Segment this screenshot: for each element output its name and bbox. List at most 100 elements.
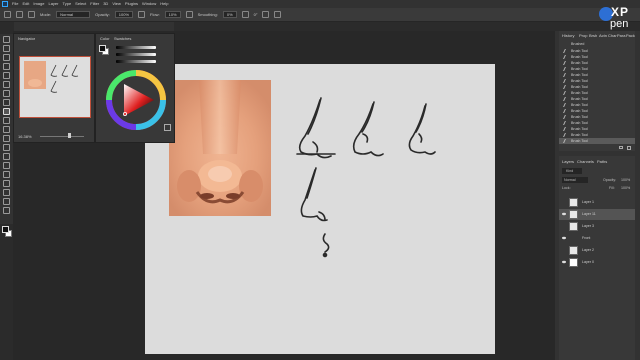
healing-brush-tool-icon[interactable] bbox=[3, 99, 10, 106]
brand-xp-text: XP bbox=[611, 5, 630, 19]
home-icon[interactable] bbox=[4, 11, 11, 18]
trash-icon[interactable] bbox=[627, 146, 631, 150]
type-tool-icon[interactable] bbox=[3, 180, 10, 187]
menu-file[interactable]: File bbox=[12, 0, 18, 8]
eye-icon[interactable] bbox=[562, 212, 566, 216]
crop-tool-icon[interactable] bbox=[3, 72, 10, 79]
brush-icon bbox=[563, 133, 569, 137]
brush-icon bbox=[563, 61, 569, 65]
hand-tool-icon[interactable] bbox=[3, 207, 10, 214]
foreground-color-swatch[interactable] bbox=[2, 226, 9, 233]
layer-opacity-field[interactable]: 100% bbox=[621, 178, 630, 182]
angle-field[interactable]: 0° bbox=[254, 12, 258, 17]
tab-paths[interactable]: Paths bbox=[597, 159, 607, 164]
history-item-label: Brush Tool bbox=[571, 73, 588, 77]
blend-mode-select[interactable]: Normal bbox=[562, 177, 588, 183]
camera-icon[interactable] bbox=[619, 146, 623, 149]
menu-3d[interactable]: 3D bbox=[103, 0, 108, 8]
menu-help[interactable]: Help bbox=[160, 0, 168, 8]
symmetry-icon[interactable] bbox=[274, 11, 282, 18]
history-brush-tool-icon[interactable] bbox=[3, 126, 10, 133]
brush-icon bbox=[563, 127, 569, 131]
path-select-tool-icon[interactable] bbox=[3, 189, 10, 196]
tab-properties[interactable]: Prop bbox=[579, 33, 587, 38]
layer-row[interactable]: Layer 1 bbox=[559, 197, 635, 208]
menu-edit[interactable]: Edit bbox=[22, 0, 29, 8]
mode-select[interactable]: Normal bbox=[56, 11, 91, 18]
tab-layers[interactable]: Layers bbox=[562, 159, 574, 164]
fill-field[interactable]: 100% bbox=[621, 186, 630, 190]
tab-swatches[interactable]: Swatches bbox=[114, 36, 131, 41]
menu-type[interactable]: Type bbox=[63, 0, 72, 8]
smoothing-settings-icon[interactable] bbox=[241, 11, 249, 18]
pressure-opacity-icon[interactable] bbox=[138, 11, 146, 18]
layer-thumbnail bbox=[569, 222, 578, 231]
canvas[interactable] bbox=[145, 64, 495, 354]
layer-name: Layer 3 bbox=[582, 224, 594, 228]
layer-row[interactable]: Layer 3 bbox=[559, 221, 635, 232]
dodge-tool-icon[interactable] bbox=[3, 162, 10, 169]
navigator-zoom-slider[interactable] bbox=[40, 136, 84, 137]
clone-stamp-tool-icon[interactable] bbox=[3, 117, 10, 124]
tab-channels[interactable]: Channels bbox=[577, 159, 594, 164]
eye-icon[interactable] bbox=[562, 236, 566, 240]
menu-plugins[interactable]: Plugins bbox=[125, 0, 138, 8]
eyedropper-tool-icon[interactable] bbox=[3, 90, 10, 97]
menu-window[interactable]: Window bbox=[142, 0, 156, 8]
history-item-current[interactable]: Brush Tool bbox=[559, 138, 635, 144]
eraser-tool-icon[interactable] bbox=[3, 135, 10, 142]
brush-icon bbox=[563, 73, 569, 77]
airbrush-icon[interactable] bbox=[185, 11, 193, 18]
history-item-label: Brush Tool bbox=[571, 85, 588, 89]
menu-image[interactable]: Image bbox=[33, 0, 44, 8]
move-tool-icon[interactable] bbox=[3, 36, 10, 43]
brightness-slider[interactable] bbox=[116, 60, 156, 63]
color-wheel[interactable] bbox=[106, 70, 166, 130]
layer-name: Layer 1 bbox=[582, 200, 594, 204]
canvas-artwork bbox=[169, 80, 436, 258]
navigator-zoom-knob[interactable] bbox=[68, 133, 71, 138]
history-item-label: Brush Tool bbox=[571, 103, 588, 107]
gradient-tool-icon[interactable] bbox=[3, 144, 10, 151]
document-tab[interactable] bbox=[14, 22, 174, 31]
brush-settings-icon[interactable] bbox=[28, 11, 35, 18]
color-grid-icon[interactable] bbox=[164, 124, 171, 131]
shape-tool-icon[interactable] bbox=[3, 198, 10, 205]
pressure-size-icon[interactable] bbox=[262, 11, 270, 18]
color-panel-fg-swatch[interactable] bbox=[99, 45, 106, 52]
navigator-zoom-value[interactable]: 16.38% bbox=[18, 134, 32, 139]
brush-tool-icon[interactable] bbox=[3, 108, 10, 115]
navigator-title: Navigator bbox=[18, 36, 36, 41]
tab-color[interactable]: Color bbox=[100, 36, 110, 41]
menu-select[interactable]: Select bbox=[75, 0, 86, 8]
layer-row[interactable]: Layer 0 bbox=[559, 257, 635, 268]
quick-select-tool-icon[interactable] bbox=[3, 63, 10, 70]
layer-row-selected[interactable]: Layer 11 bbox=[559, 209, 635, 220]
layer-thumbnail bbox=[569, 198, 578, 207]
eye-icon[interactable] bbox=[562, 260, 566, 264]
pen-tool-icon[interactable] bbox=[3, 171, 10, 178]
layer-row[interactable]: Front bbox=[559, 233, 635, 244]
history-item[interactable]: Brushed bbox=[559, 41, 635, 47]
layer-filter-kind[interactable]: Kind bbox=[562, 168, 582, 174]
menu-layer[interactable]: Layer bbox=[48, 0, 58, 8]
history-item-label: Brush Tool bbox=[571, 133, 588, 137]
layer-row[interactable]: Layer 2 bbox=[559, 245, 635, 256]
marquee-tool-icon[interactable] bbox=[3, 45, 10, 52]
tab-history[interactable]: History bbox=[562, 33, 574, 38]
menu-view[interactable]: View bbox=[112, 0, 121, 8]
flow-field[interactable]: 10% bbox=[164, 11, 181, 18]
xppen-watermark: XP pen bbox=[596, 3, 640, 35]
menu-filter[interactable]: Filter bbox=[90, 0, 99, 8]
opacity-field[interactable]: 100% bbox=[114, 11, 134, 18]
history-item-label: Brush Tool bbox=[571, 127, 588, 131]
lasso-tool-icon[interactable] bbox=[3, 54, 10, 61]
saturation-slider[interactable] bbox=[116, 53, 156, 56]
brush-tool-preset-icon[interactable] bbox=[16, 11, 23, 18]
navigator-thumbnail[interactable] bbox=[19, 56, 91, 118]
blur-tool-icon[interactable] bbox=[3, 153, 10, 160]
smoothing-field[interactable]: 0% bbox=[222, 11, 237, 18]
frame-tool-icon[interactable] bbox=[3, 81, 10, 88]
brand-pen-text: pen bbox=[610, 18, 629, 30]
hue-slider[interactable] bbox=[116, 46, 156, 49]
